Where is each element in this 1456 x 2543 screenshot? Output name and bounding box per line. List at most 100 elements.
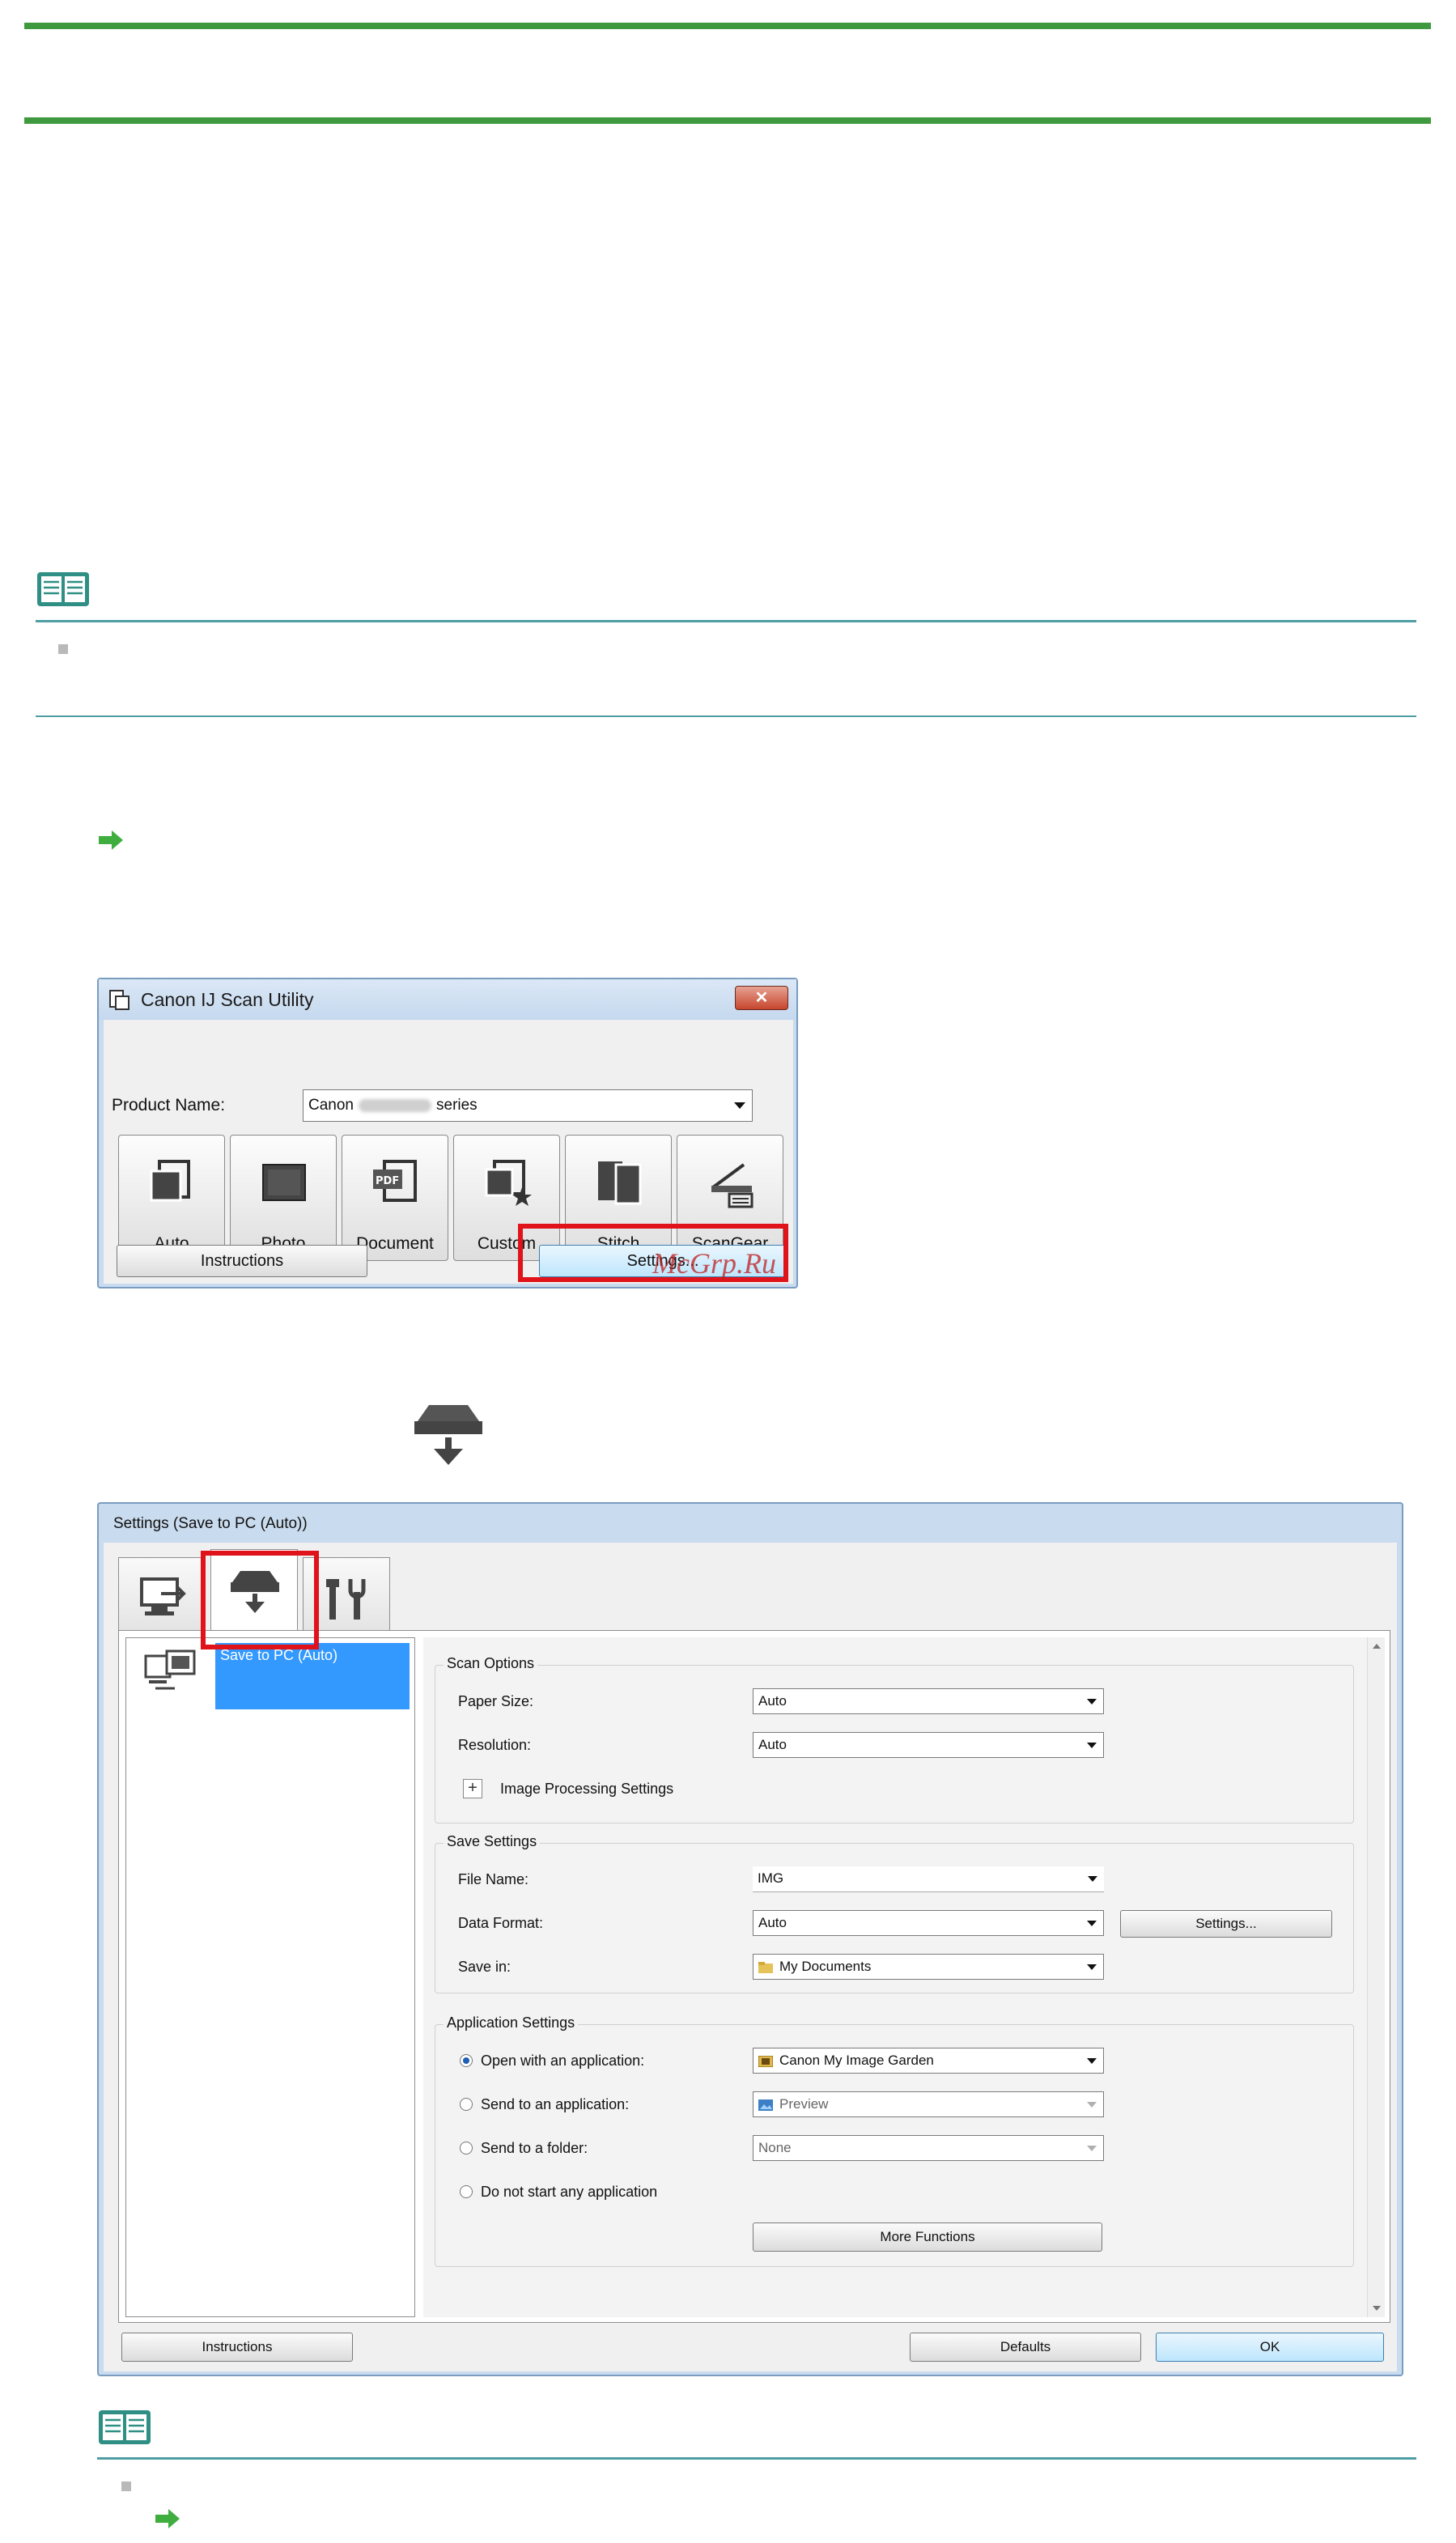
product-name-prefix: Canon	[308, 1097, 354, 1114]
auto-scan-icon	[150, 1160, 190, 1202]
redacted-model	[359, 1098, 431, 1112]
more-functions-button[interactable]: More Functions	[753, 2222, 1102, 2252]
file-name-label: File Name:	[458, 1871, 529, 1887]
custom-scan-icon	[485, 1160, 532, 1206]
top-green-rule	[24, 23, 1431, 29]
ok-button[interactable]: OK	[1156, 2333, 1384, 2362]
save-to-pc-icon	[414, 1405, 482, 1465]
note2-top-rule	[97, 2457, 1416, 2460]
open-with-app-radio[interactable]	[460, 2054, 473, 2067]
save-in-select[interactable]: My Documents	[753, 1954, 1104, 1980]
no-app-radio[interactable]	[460, 2185, 473, 2198]
save-to-pc-tree-icon	[144, 1649, 196, 1690]
data-format-label: Data Format:	[458, 1915, 544, 1931]
open-with-app-value: Canon My Image Garden	[779, 2053, 934, 2068]
link-arrow-icon[interactable]	[97, 829, 125, 851]
chevron-down-icon	[1087, 2146, 1097, 2151]
svg-text:PDF: PDF	[376, 1175, 399, 1187]
tree-item-save-to-pc[interactable]: Save to PC (Auto)	[215, 1643, 410, 1709]
chevron-down-icon	[1087, 1743, 1097, 1748]
chevron-down-icon	[1087, 2102, 1097, 2108]
expand-plus-icon[interactable]: +	[463, 1779, 482, 1798]
save-settings-group: Save Settings File Name: IMG Data Format…	[435, 1833, 1354, 1993]
chevron-down-icon	[1088, 1876, 1097, 1882]
stitch-scan-icon	[598, 1161, 642, 1205]
chevron-down-icon	[1087, 2058, 1097, 2064]
note-book-icon	[37, 572, 89, 606]
paper-size-value: Auto	[758, 1693, 787, 1709]
link-arrow-icon-2[interactable]	[154, 2507, 181, 2530]
file-name-combo[interactable]: IMG	[753, 1866, 1104, 1892]
chevron-down-icon	[1087, 1921, 1097, 1926]
settings-dialog-title: Settings (Save to PC (Auto))	[113, 1515, 308, 1532]
product-name-suffix: series	[436, 1097, 478, 1114]
note2-bullet	[121, 2481, 131, 2491]
save-in-value: My Documents	[779, 1959, 872, 1974]
note-book-icon-2	[99, 2410, 151, 2444]
instructions-button[interactable]: Instructions	[117, 1245, 367, 1277]
folder-icon	[758, 1961, 773, 1973]
scan-utility-titlebar: Canon IJ Scan Utility ✕	[99, 979, 796, 1020]
photo-button[interactable]: Photo	[230, 1135, 337, 1261]
preview-app-icon	[758, 2099, 773, 2111]
scan-utility-app-icon	[109, 990, 129, 1010]
open-with-app-select[interactable]: Canon My Image Garden	[753, 2048, 1104, 2074]
chevron-down-icon	[734, 1102, 745, 1109]
send-to-app-radio[interactable]	[460, 2098, 473, 2111]
format-settings-button[interactable]: Settings...	[1120, 1910, 1332, 1938]
product-name-select[interactable]: Canon series	[303, 1089, 753, 1122]
save-to-pc-tab-highlight	[201, 1551, 319, 1649]
save-settings-title: Save Settings	[444, 1833, 541, 1850]
chevron-down-icon	[1087, 1699, 1097, 1705]
scan-options-title: Scan Options	[444, 1655, 538, 1672]
resolution-value: Auto	[758, 1737, 787, 1752]
paper-size-select[interactable]: Auto	[753, 1688, 1104, 1714]
tools-icon	[326, 1579, 366, 1620]
open-with-app-label: Open with an application:	[481, 2053, 645, 2069]
auto-button[interactable]: Auto	[118, 1135, 225, 1261]
send-to-folder-select[interactable]: None	[753, 2135, 1104, 2161]
data-format-select[interactable]: Auto	[753, 1910, 1104, 1936]
send-to-folder-radio[interactable]	[460, 2142, 473, 2155]
send-to-app-value: Preview	[779, 2096, 829, 2112]
close-icon[interactable]: ✕	[735, 986, 788, 1010]
paper-size-label: Paper Size:	[458, 1693, 534, 1709]
resolution-select[interactable]: Auto	[753, 1732, 1104, 1758]
photo-scan-icon	[262, 1164, 306, 1201]
product-name-label: Product Name:	[112, 1096, 226, 1114]
settings-scrollbar[interactable]	[1367, 1637, 1385, 2317]
send-to-app-select[interactable]: Preview	[753, 2091, 1104, 2117]
scroll-down-icon[interactable]	[1373, 2306, 1381, 2311]
second-green-rule	[24, 117, 1431, 124]
application-settings-group: Application Settings Open with an applic…	[435, 2014, 1354, 2267]
note-bullet	[58, 644, 68, 654]
send-to-app-label: Send to an application:	[481, 2096, 630, 2112]
no-app-label: Do not start any application	[481, 2184, 658, 2200]
send-to-folder-label: Send to a folder:	[481, 2140, 588, 2156]
document-button[interactable]: PDF Document	[342, 1135, 448, 1261]
note-bottom-rule	[36, 715, 1416, 717]
resolution-label: Resolution:	[458, 1737, 532, 1753]
send-to-folder-value: None	[758, 2140, 792, 2155]
scroll-up-icon[interactable]	[1373, 1644, 1381, 1649]
watermark: McGrp.Ru	[652, 1247, 776, 1280]
scanner-icon	[711, 1163, 753, 1208]
scan-utility-title: Canon IJ Scan Utility	[141, 989, 314, 1010]
pdf-document-icon: PDF	[373, 1160, 417, 1202]
tab-scanning-from-computer[interactable]	[118, 1557, 206, 1632]
settings-right-pane: Scan Options Paper Size: Auto Resolution…	[423, 1637, 1385, 2317]
settings-dialog-client: Save to PC (Auto) Scan Options Paper Siz…	[104, 1543, 1397, 2371]
settings-tree-pane: Save to PC (Auto)	[125, 1637, 415, 2317]
save-in-label: Save in:	[458, 1959, 512, 1975]
chevron-down-icon	[1087, 1964, 1097, 1970]
application-settings-title: Application Settings	[444, 2014, 579, 2031]
settings-instructions-button[interactable]: Instructions	[121, 2333, 353, 2362]
defaults-button[interactable]: Defaults	[910, 2333, 1141, 2362]
my-image-garden-icon	[758, 2055, 773, 2067]
file-name-value: IMG	[758, 1870, 784, 1886]
image-processing-label: Image Processing Settings	[500, 1781, 674, 1797]
note-top-rule	[36, 620, 1416, 622]
data-format-value: Auto	[758, 1915, 787, 1930]
scan-options-group: Scan Options Paper Size: Auto Resolution…	[435, 1655, 1354, 1823]
settings-tab-panel: Save to PC (Auto) Scan Options Paper Siz…	[118, 1630, 1390, 2323]
